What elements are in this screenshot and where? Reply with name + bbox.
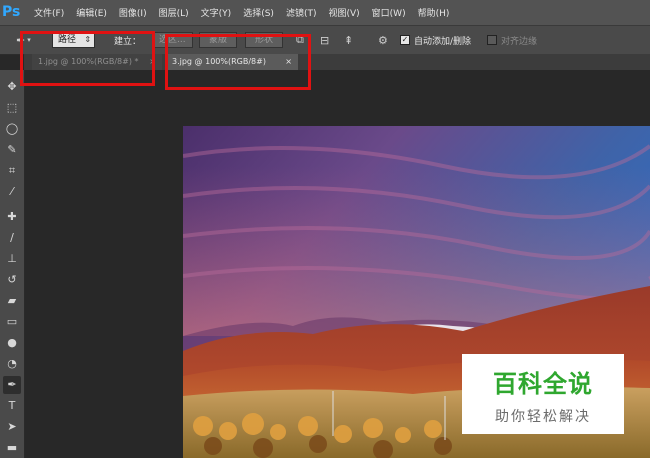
eraser-tool-icon[interactable]: ▰ xyxy=(3,292,21,310)
crop-tool-icon[interactable]: ⌗ xyxy=(3,162,21,180)
menu-layer[interactable]: 图层(L) xyxy=(159,6,189,19)
healing-brush-tool-icon[interactable]: ✚ xyxy=(3,208,21,226)
watermark-subtitle: 助你轻松解决 xyxy=(495,409,591,425)
gear-icon[interactable]: ⚙ xyxy=(378,34,388,47)
align-edges-checkbox[interactable]: 对齐边缘 xyxy=(487,26,537,54)
move-tool-icon[interactable]: ✥ xyxy=(3,78,21,96)
menu-window[interactable]: 窗口(W) xyxy=(372,6,406,19)
type-tool-icon[interactable]: T xyxy=(3,397,21,415)
checkbox-unchecked-icon xyxy=(487,35,497,45)
gradient-tool-icon[interactable]: ▭ xyxy=(3,313,21,331)
watermark-logo: 百科全说 助你轻松解决 xyxy=(462,354,624,434)
path-select-tool-icon[interactable]: ➤ xyxy=(3,418,21,436)
stamp-tool-icon[interactable]: ⊥ xyxy=(3,250,21,268)
menu-image[interactable]: 图像(I) xyxy=(119,6,147,19)
photoshop-logo: Ps xyxy=(2,4,21,20)
eyedropper-tool-icon[interactable]: ⁄ xyxy=(3,183,21,201)
menu-type[interactable]: 文字(Y) xyxy=(201,6,232,19)
menu-edit[interactable]: 编辑(E) xyxy=(76,6,107,19)
history-brush-tool-icon[interactable]: ↺ xyxy=(3,271,21,289)
pen-tool-icon[interactable]: ✒ xyxy=(3,376,21,394)
menu-file[interactable]: 文件(F) xyxy=(34,6,64,19)
auto-add-delete-label: 自动添加/删除 xyxy=(414,36,472,47)
checkbox-checked-icon: ✓ xyxy=(400,35,410,45)
watermark-title: 百科全说 xyxy=(493,370,593,398)
path-arrangement-icon[interactable]: ⇞ xyxy=(344,34,353,47)
menu-view[interactable]: 视图(V) xyxy=(328,6,359,19)
path-alignment-icon[interactable]: ⊟ xyxy=(320,34,329,47)
align-edges-label: 对齐边缘 xyxy=(501,36,538,47)
dodge-tool-icon[interactable]: ◔ xyxy=(3,355,21,373)
tools-panel: ✥ ⬚ ◯ ✎ ⌗ ⁄ ✚ ∕ ⊥ ↺ ▰ ▭ ● ◔ ✒ T ➤ ▬ xyxy=(0,70,25,458)
blur-tool-icon[interactable]: ● xyxy=(3,334,21,352)
auto-add-delete-checkbox[interactable]: ✓ 自动添加/删除 xyxy=(400,26,471,54)
highlight-box-tab-3 xyxy=(165,34,311,90)
menu-select[interactable]: 选择(S) xyxy=(243,6,274,19)
brush-tool-icon[interactable]: ∕ xyxy=(3,229,21,247)
lasso-tool-icon[interactable]: ◯ xyxy=(3,120,21,138)
menu-bar: Ps 文件(F) 编辑(E) 图像(I) 图层(L) 文字(Y) 选择(S) 滤… xyxy=(0,0,650,25)
highlight-box-tab-1 xyxy=(20,31,155,86)
menu-list: 文件(F) 编辑(E) 图像(I) 图层(L) 文字(Y) 选择(S) 滤镜(T… xyxy=(34,0,461,25)
menu-filter[interactable]: 滤镜(T) xyxy=(286,6,317,19)
rectangle-tool-icon[interactable]: ▬ xyxy=(3,439,21,457)
quick-select-tool-icon[interactable]: ✎ xyxy=(3,141,21,159)
marquee-tool-icon[interactable]: ⬚ xyxy=(3,99,21,117)
menu-help[interactable]: 帮助(H) xyxy=(418,6,450,19)
